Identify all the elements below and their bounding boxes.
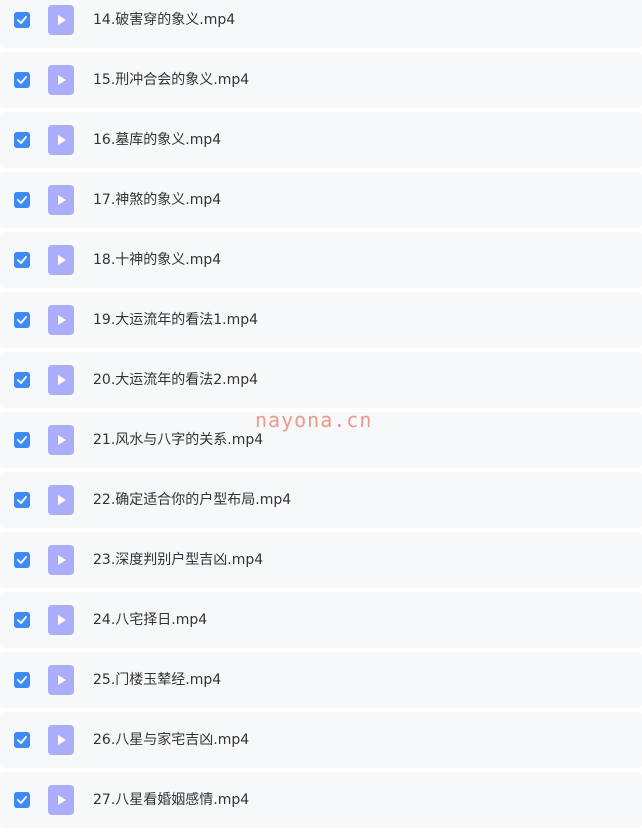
file-checkbox[interactable] [14,492,30,508]
file-row[interactable]: 15.刑冲合会的象义.mp4 [0,52,642,108]
play-icon [58,255,66,265]
file-checkbox[interactable] [14,372,30,388]
file-name: 25.门楼玉辇经.mp4 [93,672,222,688]
file-name: 19.大运流年的看法1.mp4 [93,312,259,328]
video-file-icon [48,665,74,695]
video-file-icon [48,125,74,155]
checkmark-icon [17,376,27,384]
video-file-icon [48,485,74,515]
file-row[interactable]: 22.确定适合你的户型布局.mp4 [0,472,642,528]
watermark-text: nayona.cn [255,408,373,432]
file-checkbox[interactable] [14,132,30,148]
file-checkbox[interactable] [14,612,30,628]
file-checkbox[interactable] [14,72,30,88]
checkmark-icon [17,556,27,564]
file-row[interactable]: 26.八星与家宅吉凶.mp4 [0,712,642,768]
play-icon [58,435,66,445]
file-checkbox[interactable] [14,12,30,28]
file-row[interactable]: 17.神煞的象义.mp4 [0,172,642,228]
file-name: 23.深度判别户型吉凶.mp4 [93,552,264,568]
checkmark-icon [17,796,27,804]
play-icon [58,195,66,205]
video-file-icon [48,365,74,395]
video-file-icon [48,425,74,455]
checkmark-icon [17,16,27,24]
file-name: 24.八宅择日.mp4 [93,612,208,628]
video-file-icon [48,545,74,575]
file-name: 20.大运流年的看法2.mp4 [93,372,259,388]
checkmark-icon [17,496,27,504]
video-file-icon [48,785,74,815]
video-file-icon [48,5,74,35]
play-icon [58,135,66,145]
play-icon [58,795,66,805]
file-row[interactable]: 14.破害穿的象义.mp4 [0,0,642,48]
file-row[interactable]: 16.墓库的象义.mp4 [0,112,642,168]
checkmark-icon [17,76,27,84]
file-checkbox[interactable] [14,192,30,208]
checkmark-icon [17,136,27,144]
file-checkbox[interactable] [14,252,30,268]
checkmark-icon [17,736,27,744]
play-icon [58,15,66,25]
file-row[interactable]: 18.十神的象义.mp4 [0,232,642,288]
checkmark-icon [17,676,27,684]
video-file-icon [48,305,74,335]
file-name: 16.墓库的象义.mp4 [93,132,222,148]
file-checkbox[interactable] [14,432,30,448]
play-icon [58,315,66,325]
file-checkbox[interactable] [14,792,30,808]
play-icon [58,75,66,85]
play-icon [58,495,66,505]
file-checkbox[interactable] [14,732,30,748]
video-file-icon [48,725,74,755]
file-checkbox[interactable] [14,552,30,568]
file-name: 14.破害穿的象义.mp4 [93,12,236,28]
checkmark-icon [17,256,27,264]
video-file-icon [48,605,74,635]
file-name: 17.神煞的象义.mp4 [93,192,222,208]
checkmark-icon [17,616,27,624]
file-row[interactable]: 24.八宅择日.mp4 [0,592,642,648]
file-name: 26.八星与家宅吉凶.mp4 [93,732,250,748]
file-name: 21.风水与八字的关系.mp4 [93,432,264,448]
file-checkbox[interactable] [14,312,30,328]
checkmark-icon [17,316,27,324]
play-icon [58,675,66,685]
video-file-icon [48,245,74,275]
file-row[interactable]: 25.门楼玉辇经.mp4 [0,652,642,708]
file-name: 27.八星看婚姻感情.mp4 [93,792,250,808]
file-name: 18.十神的象义.mp4 [93,252,222,268]
play-icon [58,735,66,745]
file-checkbox[interactable] [14,672,30,688]
file-name: 22.确定适合你的户型布局.mp4 [93,492,292,508]
file-name: 15.刑冲合会的象义.mp4 [93,72,250,88]
play-icon [58,615,66,625]
play-icon [58,375,66,385]
file-row[interactable]: 19.大运流年的看法1.mp4 [0,292,642,348]
file-row[interactable]: 20.大运流年的看法2.mp4 [0,352,642,408]
video-file-icon [48,65,74,95]
file-row[interactable]: 23.深度判别户型吉凶.mp4 [0,532,642,588]
checkmark-icon [17,196,27,204]
play-icon [58,555,66,565]
video-file-icon [48,185,74,215]
file-row[interactable]: 27.八星看婚姻感情.mp4 [0,772,642,828]
file-list-page: 14.破害穿的象义.mp4 15.刑冲合会的象义.mp4 16.墓库的象义.mp4 1… [0,0,642,839]
checkmark-icon [17,436,27,444]
